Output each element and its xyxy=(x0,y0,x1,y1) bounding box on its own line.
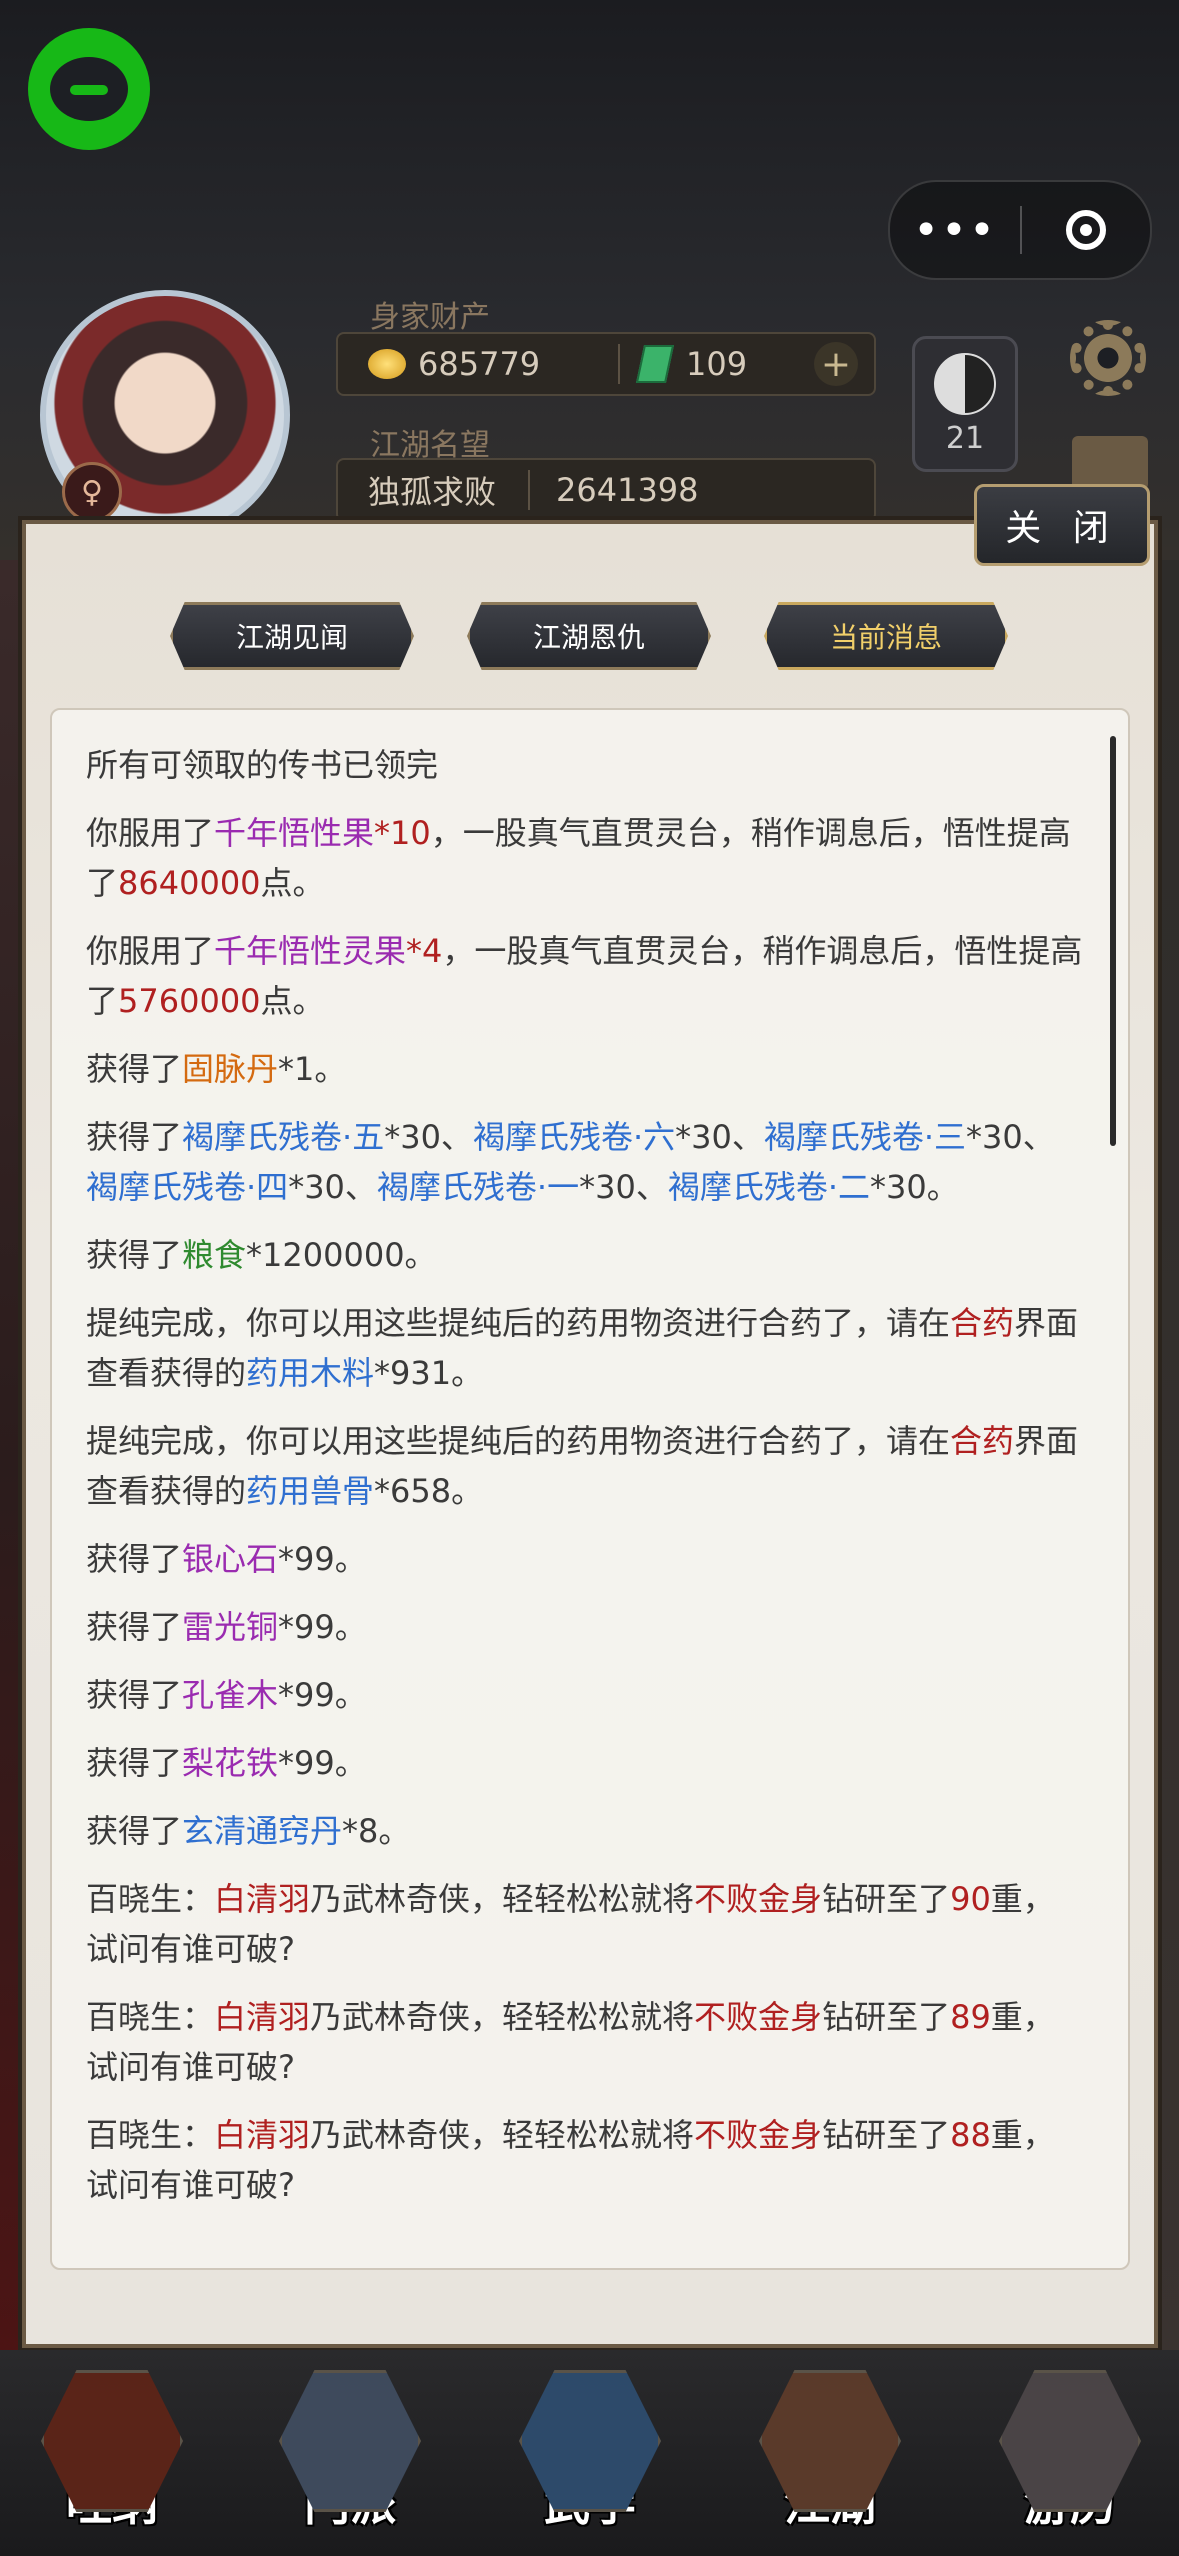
list-item: 获得了褐摩氏残卷·五*30、褐摩氏残卷·六*30、褐摩氏残卷·三*30、褐摩氏残… xyxy=(86,1118,1055,1206)
wealth-divider xyxy=(618,344,620,384)
list-item: 你服用了千年悟性灵果*4，一股真气直贯灵台，稍作调息后，悟性提高了5760000… xyxy=(86,932,1083,1020)
fame-value: 2641398 xyxy=(556,471,699,509)
nav-travel[interactable]: 游历 xyxy=(990,2370,1150,2556)
more-button[interactable]: ••• xyxy=(890,205,1020,256)
close-button[interactable]: 关 闭 xyxy=(974,484,1150,566)
meditation-icon xyxy=(41,2370,183,2512)
tab-jianghu-grudges[interactable]: 江湖恩仇 xyxy=(467,602,711,670)
scrollbar[interactable] xyxy=(1110,736,1116,1146)
taiji-icon xyxy=(934,352,996,415)
gear-icon[interactable] xyxy=(1070,320,1146,396)
horse-icon xyxy=(999,2370,1141,2512)
mail-icon[interactable] xyxy=(1072,436,1148,490)
fame-bar: 独孤求败 2641398 xyxy=(336,458,876,522)
close-mini-program-button[interactable] xyxy=(1022,210,1150,250)
nav-sect[interactable]: 门派 xyxy=(270,2370,430,2556)
medicine-link[interactable]: 合药 xyxy=(950,1304,1014,1342)
jade-icon xyxy=(635,345,675,383)
target-icon xyxy=(1066,210,1106,250)
list-item: 提纯完成，你可以用这些提纯后的药用物资进行合药了，请在合药界面查看获得的药用兽骨… xyxy=(86,1422,1079,1510)
list-item: 获得了粮食*1200000。 xyxy=(86,1236,437,1274)
hat-icon xyxy=(759,2370,901,2512)
wealth-bar: 685779 109 + xyxy=(336,332,876,396)
tab-current-messages[interactable]: 当前消息 xyxy=(764,602,1008,670)
list-item: 获得了梨花铁*99。 xyxy=(86,1744,367,1782)
gold-value: 685779 xyxy=(418,345,541,383)
sect-icon xyxy=(279,2370,421,2512)
list-item: 百晓生：白清羽乃武林奇侠，轻轻松松就将不败金身钻研至了89重，试问有谁可破? xyxy=(86,1998,1055,2086)
list-item: 获得了固脉丹*1。 xyxy=(86,1050,347,1088)
realm-level: 21 xyxy=(945,420,985,456)
list-item: 百晓生：白清羽乃武林奇侠，轻轻松松就将不败金身钻研至了90重，试问有谁可破? xyxy=(86,1880,1055,1968)
list-item: 百晓生：白清羽乃武林奇侠，轻轻松松就将不败金身钻研至了88重，试问有谁可破? xyxy=(86,2116,1055,2204)
realm-badge[interactable]: 21 xyxy=(912,336,1018,472)
wealth-label: 身家财产 xyxy=(370,300,490,335)
list-item: 获得了孔雀木*99。 xyxy=(86,1676,367,1714)
nav-jianghu[interactable]: 江湖 xyxy=(750,2370,910,2556)
player-title: 独孤求败 xyxy=(368,473,497,511)
message-list[interactable]: 所有可领取的传书已领完 你服用了千年悟性果*10，一股真气直贯灵台，稍作调息后，… xyxy=(50,708,1130,2270)
mini-program-logo-icon[interactable] xyxy=(28,28,150,150)
mini-program-capsule: ••• xyxy=(888,180,1152,280)
tab-jianghu-news[interactable]: 江湖见闻 xyxy=(170,602,414,670)
medicine-link[interactable]: 合药 xyxy=(950,1422,1014,1460)
fame-divider xyxy=(528,470,530,510)
scroll-icon xyxy=(519,2370,661,2512)
nav-martial-arts[interactable]: 武学 xyxy=(510,2370,670,2556)
list-item: 所有可领取的传书已领完 xyxy=(86,746,439,784)
list-item: 获得了银心石*99。 xyxy=(86,1540,367,1578)
list-item: 获得了玄清通窍丹*8。 xyxy=(86,1812,411,1850)
bottom-nav: 吐纳 门派 武学 江湖 游历 xyxy=(0,2350,1179,2556)
nav-tuna[interactable]: 吐纳 xyxy=(32,2370,192,2556)
add-currency-button[interactable]: + xyxy=(814,342,858,386)
gold-coin-icon xyxy=(368,349,406,379)
list-item: 获得了雷光铜*99。 xyxy=(86,1608,367,1646)
list-item: 提纯完成，你可以用这些提纯后的药用物资进行合药了，请在合药界面查看获得的药用木料… xyxy=(86,1304,1079,1392)
list-item: 你服用了千年悟性果*10，一股真气直贯灵台，稍作调息后，悟性提高了8640000… xyxy=(86,814,1071,902)
gender-icon: ♀ xyxy=(62,462,122,522)
jade-value: 109 xyxy=(686,345,748,383)
